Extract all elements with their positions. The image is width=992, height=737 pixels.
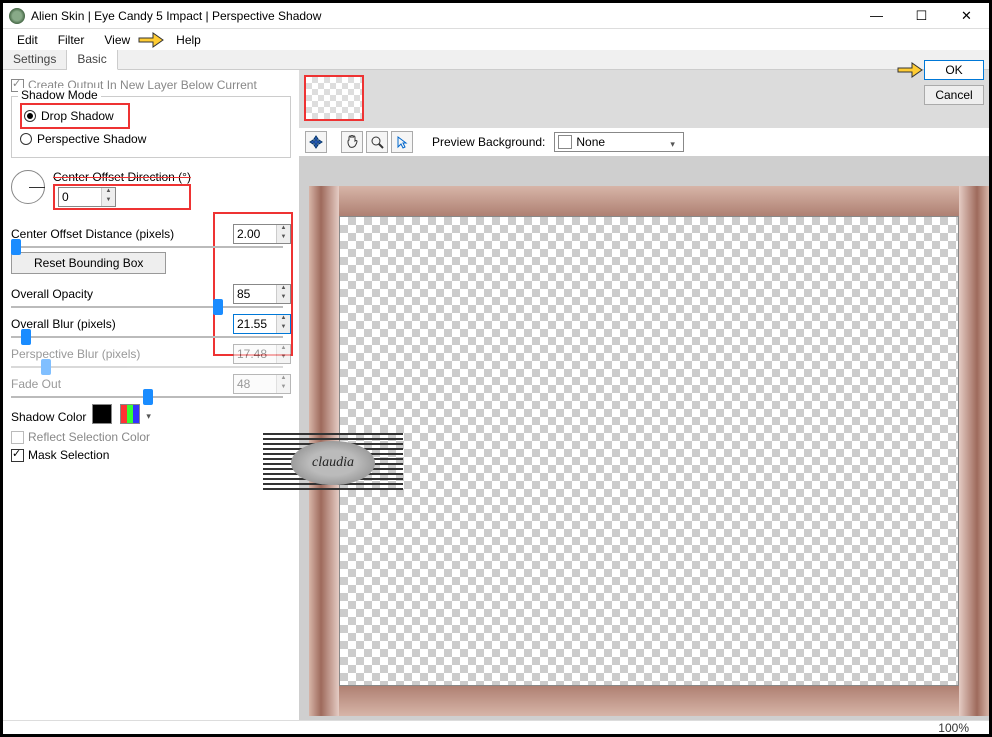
- perspective-blur-label: Perspective Blur (pixels): [11, 347, 140, 361]
- mask-selection-label: Mask Selection: [28, 448, 109, 462]
- plugin-window: Alien Skin | Eye Candy 5 Impact | Perspe…: [0, 0, 992, 737]
- status-bar: 100%: [3, 720, 989, 734]
- chevron-down-icon: [670, 136, 680, 148]
- cancel-button[interactable]: Cancel: [924, 85, 984, 105]
- reflect-selection-label: Reflect Selection Color: [28, 430, 150, 444]
- distance-slider[interactable]: [11, 246, 291, 248]
- perspective-blur-slider: [11, 366, 291, 368]
- preset-strip: [299, 70, 989, 128]
- reset-bounding-box-button[interactable]: Reset Bounding Box: [11, 252, 166, 274]
- pointer-tool-icon[interactable]: [391, 131, 413, 153]
- tutorial-pointer-icon: [896, 58, 924, 81]
- preview-checker: [339, 216, 959, 686]
- tab-basic[interactable]: Basic: [67, 50, 117, 70]
- spin-up-icon[interactable]: ▲: [102, 188, 115, 197]
- perspective-shadow-label: Perspective Shadow: [37, 132, 146, 146]
- direction-dial[interactable]: [11, 170, 45, 204]
- shadow-mode-group: Shadow Mode Drop Shadow Perspective Shad…: [11, 96, 291, 158]
- perspective-blur-input: ▲▼: [233, 344, 291, 364]
- direction-row: Center Offset Direction (°) ▲▼: [11, 164, 291, 210]
- direction-input[interactable]: ▲▼: [58, 187, 116, 207]
- minimize-button[interactable]: —: [854, 5, 899, 27]
- checkbox-icon: [11, 431, 24, 444]
- perspective-blur-value: [234, 345, 276, 363]
- title-bar: Alien Skin | Eye Candy 5 Impact | Perspe…: [3, 3, 989, 29]
- menu-view[interactable]: View: [95, 31, 139, 49]
- menu-edit[interactable]: Edit: [8, 31, 47, 49]
- reflect-selection-checkbox: Reflect Selection Color: [11, 430, 291, 444]
- preview-bg-value: None: [576, 135, 670, 149]
- spin-down-icon: ▼: [277, 354, 290, 363]
- main-content: Create Output In New Layer Below Current…: [3, 70, 989, 720]
- fadeout-value: [234, 375, 276, 393]
- tab-bar: Settings Basic: [3, 50, 989, 70]
- radio-perspective-shadow[interactable]: Perspective Shadow: [20, 132, 282, 146]
- mask-selection-checkbox[interactable]: Mask Selection: [11, 448, 291, 462]
- perspective-blur-row: Perspective Blur (pixels) ▲▼: [11, 344, 291, 364]
- shadow-color-row: Shadow Color: [11, 404, 291, 424]
- highlight-drop-shadow: Drop Shadow: [20, 103, 130, 129]
- shadow-color-swatch[interactable]: [92, 404, 112, 424]
- preset-thumbnail[interactable]: [304, 75, 364, 121]
- move-tool-icon[interactable]: [305, 131, 327, 153]
- ok-button[interactable]: OK: [924, 60, 984, 80]
- close-button[interactable]: ✕: [944, 5, 989, 27]
- zoom-level: 100%: [938, 721, 969, 735]
- radio-drop-shadow[interactable]: Drop Shadow: [24, 109, 126, 123]
- hand-tool-icon[interactable]: [341, 131, 363, 153]
- opacity-label: Overall Opacity: [11, 287, 93, 301]
- menu-bar: Edit Filter View Help: [3, 29, 989, 50]
- dialog-buttons: OK Cancel: [896, 58, 984, 105]
- spin-down-icon: ▼: [277, 384, 290, 393]
- tutorial-pointer-icon: [137, 28, 165, 51]
- swatch-icon: [558, 135, 572, 149]
- distance-label: Center Offset Distance (pixels): [11, 227, 174, 241]
- shadow-mode-label: Shadow Mode: [18, 88, 101, 102]
- app-icon: [9, 8, 25, 24]
- preview-toolbar: Preview Background: None: [299, 128, 989, 156]
- tab-settings[interactable]: Settings: [3, 50, 67, 69]
- watermark-text: claudia: [291, 441, 375, 485]
- drop-shadow-label: Drop Shadow: [41, 109, 114, 123]
- checkbox-icon: [11, 449, 24, 462]
- shadow-color-label: Shadow Color: [11, 410, 86, 424]
- maximize-button[interactable]: ☐: [899, 5, 944, 27]
- opacity-slider[interactable]: [11, 306, 291, 308]
- radio-icon: [20, 133, 32, 145]
- radio-icon: [24, 110, 36, 122]
- window-buttons: — ☐ ✕: [854, 5, 989, 27]
- spin-down-icon[interactable]: ▼: [102, 197, 115, 206]
- controls-panel: Create Output In New Layer Below Current…: [3, 70, 299, 720]
- menu-help[interactable]: Help: [167, 31, 210, 49]
- blur-slider[interactable]: [11, 336, 291, 338]
- window-title: Alien Skin | Eye Candy 5 Impact | Perspe…: [31, 9, 854, 23]
- direction-value[interactable]: [59, 188, 101, 206]
- preview-bg-label: Preview Background:: [432, 135, 545, 149]
- preview-panel: Preview Background: None: [299, 70, 989, 720]
- fadeout-slider: [11, 396, 291, 398]
- preview-frame[interactable]: [309, 186, 989, 716]
- menu-filter[interactable]: Filter: [49, 31, 94, 49]
- highlight-direction: ▲▼: [53, 184, 191, 210]
- fadeout-input: ▲▼: [233, 374, 291, 394]
- palette-picker-icon[interactable]: [120, 404, 140, 424]
- spin-up-icon: ▲: [277, 375, 290, 384]
- preview-bg-combo[interactable]: None: [554, 132, 684, 152]
- dropdown-icon[interactable]: [146, 408, 156, 420]
- watermark: claudia: [263, 433, 403, 493]
- direction-label: Center Offset Direction (°): [53, 170, 191, 184]
- spin-up-icon: ▲: [277, 345, 290, 354]
- highlight-values-group: [213, 212, 293, 356]
- fadeout-label: Fade Out: [11, 377, 61, 391]
- zoom-tool-icon[interactable]: [366, 131, 388, 153]
